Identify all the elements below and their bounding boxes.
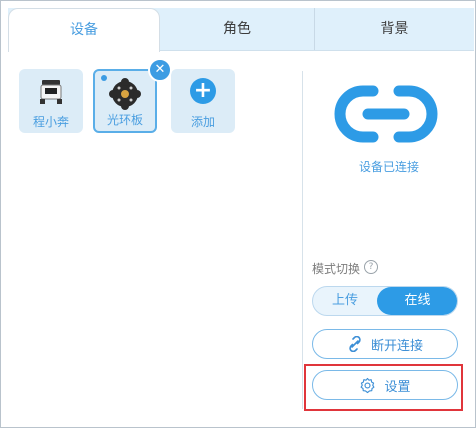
mode-upload-option[interactable]: 上传: [313, 287, 377, 315]
tab-devices[interactable]: 设备: [8, 8, 160, 52]
tab-backdrops[interactable]: 背景: [314, 8, 474, 50]
device-tile-codey[interactable]: 程小奔: [19, 69, 83, 133]
disconnect-label: 断开连接: [370, 338, 423, 354]
settings-label: 设置: [384, 379, 411, 395]
panel-divider: [302, 71, 303, 409]
device-label: 光环板: [106, 113, 143, 127]
connection-status: 设备已连接: [358, 160, 419, 174]
halo-board-icon: [109, 78, 141, 110]
add-device-button[interactable]: + 添加: [171, 69, 235, 133]
mode-live-option[interactable]: 在线: [377, 287, 457, 315]
disconnect-button[interactable]: 断开连接: [312, 329, 458, 359]
gear-icon: [361, 377, 375, 393]
mode-switch-label: 模式切换: [312, 262, 361, 276]
device-label: 添加: [190, 115, 215, 129]
link-icon: [334, 85, 438, 143]
selected-dot: [101, 75, 107, 81]
plus-icon: +: [190, 78, 216, 104]
device-tile-halocode[interactable]: 光环板: [93, 69, 157, 133]
question-icon[interactable]: ?: [364, 260, 378, 274]
settings-button[interactable]: 设置: [312, 370, 458, 400]
tab-bar: 设备 角色 背景: [8, 8, 474, 52]
device-label: 程小奔: [32, 115, 69, 129]
mode-toggle: 上传 在线: [312, 286, 458, 316]
device-panel: 设备 角色 背景 程小奔 光环板 ✕ + 添加 设备已连接 模式切换 ? 上传 …: [0, 0, 476, 428]
tab-sprites[interactable]: 角色: [160, 8, 314, 50]
robot-car-icon: [40, 80, 62, 104]
unlink-icon: [349, 336, 361, 352]
remove-device-button[interactable]: ✕: [148, 58, 172, 82]
